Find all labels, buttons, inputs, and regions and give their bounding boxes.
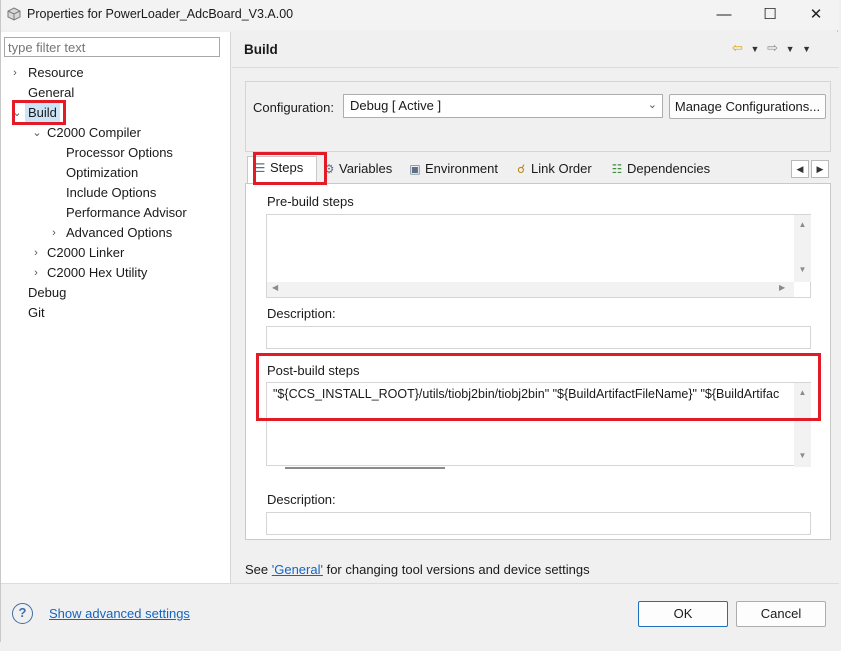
tree-item-c2000-compiler[interactable]: C2000 Compiler: [47, 123, 141, 143]
footer-note: See 'General' for changing tool versions…: [245, 562, 590, 577]
forward-arrow-icon[interactable]: ⇨: [767, 40, 778, 56]
page-header: Build ⇦ ▼ ⇨ ▼ ▼: [232, 32, 839, 68]
chevron-down-icon[interactable]: ⌄: [32, 123, 42, 143]
tab-steps-label: Steps: [270, 160, 304, 175]
prebuild-description-input[interactable]: [266, 326, 811, 349]
tab-link-order[interactable]: ☌ Link Order: [509, 158, 599, 182]
header-divider: [232, 67, 839, 68]
chevron-right-icon[interactable]: ›: [31, 243, 41, 263]
chevron-down-icon: ⌄: [647, 99, 657, 111]
link-order-icon: ☌: [516, 162, 526, 176]
footer-note-suffix: for changing tool versions and device se…: [322, 562, 590, 577]
postbuild-command: "${CCS_INSTALL_ROOT}/utils/tiobj2bin/tio…: [273, 387, 780, 401]
app-icon: [7, 7, 21, 21]
tree-item-git[interactable]: Git: [28, 303, 45, 323]
prebuild-vertical-scrollbar[interactable]: ▲ ▼: [794, 215, 811, 282]
show-advanced-settings-link[interactable]: Show advanced settings: [49, 606, 190, 621]
configuration-label: Configuration:: [253, 100, 334, 115]
chevron-right-icon[interactable]: ›: [31, 263, 41, 283]
prebuild-title: Pre-build steps: [267, 194, 354, 209]
tree-item-performance-advisor[interactable]: Performance Advisor: [66, 203, 187, 223]
environment-icon: ▣: [409, 162, 421, 176]
postbuild-horizontal-scroll-thumb[interactable]: [285, 467, 445, 469]
general-link[interactable]: 'General': [272, 562, 323, 577]
manage-configurations-button[interactable]: Manage Configurations...: [669, 94, 826, 119]
tab-environment[interactable]: ▣ Environment: [403, 158, 503, 182]
cancel-button[interactable]: Cancel: [736, 601, 826, 627]
tab-environment-label: Environment: [425, 161, 498, 176]
prebuild-command-area[interactable]: ▲ ▼ ◀ ▶: [266, 214, 811, 298]
configuration-group: Configuration: Debug [ Active ] ⌄ Manage…: [245, 81, 831, 152]
prebuild-horizontal-scrollbar[interactable]: ◀ ▶: [267, 282, 794, 297]
tab-scroll-left-button[interactable]: ◀: [791, 160, 809, 178]
maximize-button[interactable]: ☐: [747, 0, 793, 30]
tab-dependencies-label: Dependencies: [627, 161, 711, 176]
tree-item-build[interactable]: Build: [25, 103, 60, 123]
build-properties-panel: Build ⇦ ▼ ⇨ ▼ ▼ Configuration: Debug [ A…: [232, 32, 839, 583]
chevron-right-icon[interactable]: ›: [49, 223, 59, 243]
configuration-value: Debug [ Active ]: [350, 98, 442, 113]
configuration-select[interactable]: Debug [ Active ] ⌄: [343, 94, 663, 118]
title-bar: Properties for PowerLoader_AdcBoard_V3.A…: [1, 0, 839, 30]
tree-item-c2000-linker[interactable]: C2000 Linker: [47, 243, 124, 263]
postbuild-description-input[interactable]: [266, 512, 811, 535]
postbuild-description-label: Description:: [267, 492, 336, 507]
tab-bar: ☰ Steps ⚙ Variables ▣ Environment ☌ Link…: [245, 156, 831, 184]
tab-variables[interactable]: ⚙ Variables: [317, 158, 399, 182]
tree-item-include-options[interactable]: Include Options: [66, 183, 156, 203]
chevron-right-icon[interactable]: ›: [10, 63, 20, 83]
history-nav: ⇦ ▼ ⇨ ▼ ▼: [732, 40, 815, 60]
prebuild-description-label: Description:: [267, 306, 336, 321]
steps-panel: Pre-build steps ▲ ▼ ◀ ▶ Description: Pos…: [245, 183, 831, 540]
tree-item-general[interactable]: General: [28, 83, 74, 103]
dependencies-icon: ☷: [611, 162, 623, 176]
minimize-button[interactable]: —: [701, 0, 747, 30]
page-title: Build: [244, 42, 278, 57]
tree-item-debug[interactable]: Debug: [28, 283, 66, 303]
close-button[interactable]: ✕: [793, 0, 839, 30]
ok-button[interactable]: OK: [638, 601, 728, 627]
tab-steps[interactable]: ☰ Steps: [247, 156, 317, 184]
tree-item-c2000-hex-utility[interactable]: C2000 Hex Utility: [47, 263, 147, 283]
tree-item-optimization[interactable]: Optimization: [66, 163, 138, 183]
postbuild-command-area[interactable]: "${CCS_INSTALL_ROOT}/utils/tiobj2bin/tio…: [266, 382, 811, 469]
steps-icon: ☰: [254, 161, 266, 175]
filter-input[interactable]: [4, 37, 220, 57]
dialog-button-bar: ? Show advanced settings OK Cancel: [1, 583, 839, 642]
properties-dialog: Properties for PowerLoader_AdcBoard_V3.A…: [0, 0, 839, 642]
chevron-down-icon[interactable]: ▼: [786, 44, 795, 54]
tab-scroll-right-button[interactable]: ▶: [811, 160, 829, 178]
footer-note-prefix: See: [245, 562, 272, 577]
window-title: Properties for PowerLoader_AdcBoard_V3.A…: [27, 7, 294, 21]
help-icon[interactable]: ?: [12, 603, 33, 624]
postbuild-title: Post-build steps: [267, 363, 360, 378]
chevron-down-icon[interactable]: ▼: [751, 44, 760, 54]
back-arrow-icon[interactable]: ⇦: [732, 40, 743, 56]
tab-link-order-label: Link Order: [531, 161, 592, 176]
chevron-down-icon[interactable]: ⌄: [12, 103, 22, 123]
tree-item-processor-options[interactable]: Processor Options: [66, 143, 173, 163]
view-menu-icon[interactable]: ▼: [802, 44, 811, 54]
postbuild-vertical-scrollbar[interactable]: ▲ ▼: [794, 383, 811, 467]
tree-item-advanced-options[interactable]: Advanced Options: [66, 223, 172, 243]
variables-icon: ⚙: [323, 162, 335, 176]
tab-variables-label: Variables: [339, 161, 393, 176]
tab-dependencies[interactable]: ☷ Dependencies: [605, 158, 717, 182]
property-tree-panel: › Resource General ⌄ Build ⌄ C2000 Compi…: [1, 32, 231, 583]
tree-item-resource[interactable]: Resource: [28, 63, 84, 83]
